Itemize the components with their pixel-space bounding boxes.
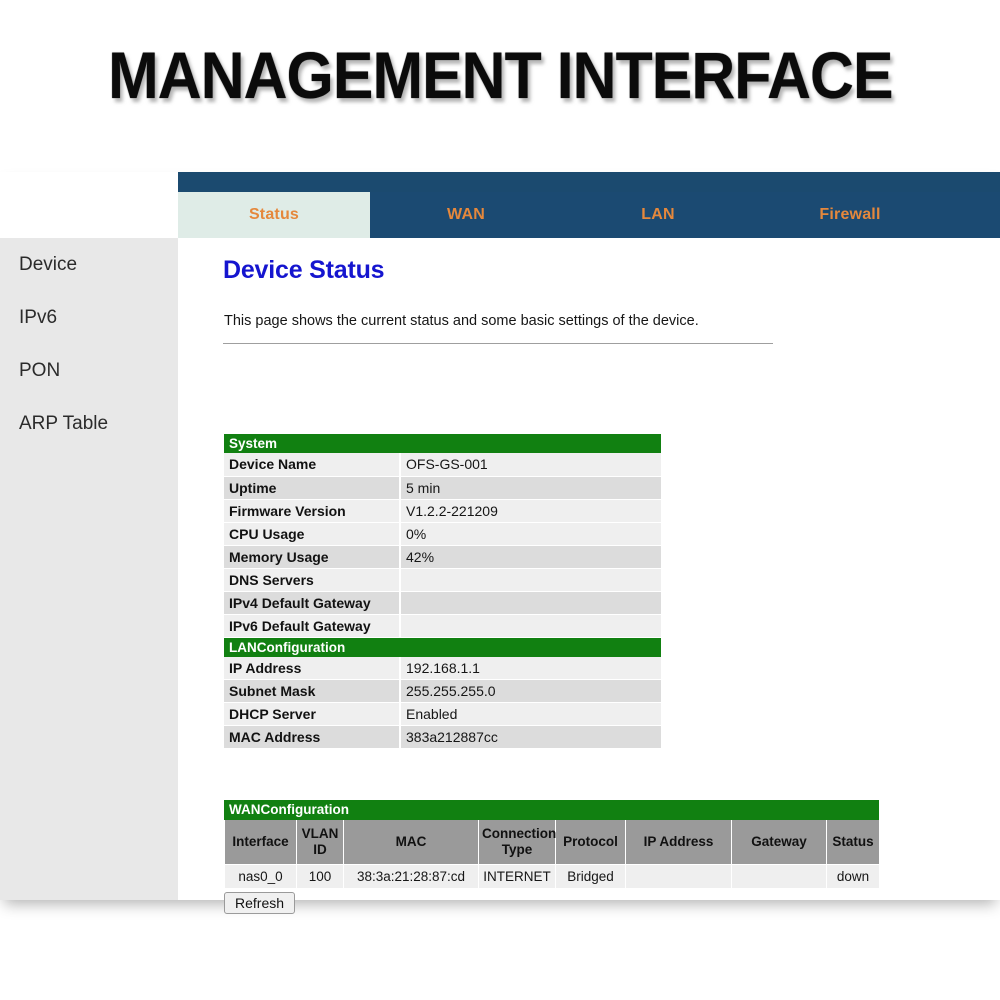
row-key: Device Name bbox=[224, 453, 401, 477]
row-value: V1.2.2-221209 bbox=[400, 499, 661, 523]
row-value: Enabled bbox=[400, 702, 661, 726]
tab-wan[interactable]: WAN bbox=[370, 192, 562, 238]
tab-label: LAN bbox=[641, 206, 675, 223]
table-row: Uptime 5 min bbox=[224, 476, 661, 500]
row-key: MAC Address bbox=[224, 725, 401, 749]
tab-status[interactable]: Status bbox=[178, 192, 370, 238]
table-row: IP Address 192.168.1.1 bbox=[224, 656, 661, 680]
table-row: Subnet Mask 255.255.255.0 bbox=[224, 679, 661, 703]
row-value: 42% bbox=[400, 545, 661, 569]
column-header-status: Status bbox=[826, 820, 880, 865]
column-header-interface: Interface bbox=[224, 820, 297, 865]
tab-label: WAN bbox=[447, 206, 485, 223]
tab-label: Status bbox=[248, 206, 300, 223]
sidebar-menu: Device IPv6 PON ARP Table bbox=[0, 238, 178, 450]
sidebar-item-device[interactable]: Device bbox=[0, 238, 178, 291]
status-table: System Device Name OFS-GS-001 Uptime 5 m… bbox=[224, 434, 661, 749]
banner: MANAGEMENT INTERFACE bbox=[0, 0, 1000, 150]
page-description: This page shows the current status and s… bbox=[224, 313, 699, 329]
table-row: IPv4 Default Gateway bbox=[224, 591, 661, 615]
row-key: DNS Servers bbox=[224, 568, 401, 592]
column-header-ip-address: IP Address bbox=[625, 820, 732, 865]
row-key: Firmware Version bbox=[224, 499, 401, 523]
row-key: IP Address bbox=[224, 656, 401, 680]
cell-mac: 38:3a:21:28:87:cd bbox=[343, 863, 479, 889]
column-header-mac: MAC bbox=[343, 820, 479, 865]
row-key: Subnet Mask bbox=[224, 679, 401, 703]
cell-gateway bbox=[731, 863, 827, 889]
column-header-connection-type: Connection Type bbox=[478, 820, 556, 865]
sidebar-item-label: ARP Table bbox=[19, 412, 109, 434]
section-header-wan: WANConfiguration bbox=[224, 800, 879, 820]
cell-interface: nas0_0 bbox=[224, 863, 297, 889]
wan-table-header-row: Interface VLAN ID MAC Connection Type Pr… bbox=[224, 820, 880, 865]
cell-protocol: Bridged bbox=[555, 863, 626, 889]
refresh-button[interactable]: Refresh bbox=[224, 891, 296, 914]
sidebar-item-label: IPv6 bbox=[19, 306, 58, 328]
content-area: Device Status This page shows the curren… bbox=[178, 238, 1000, 914]
sidebar-item-ipv6[interactable]: IPv6 bbox=[0, 291, 178, 344]
tab-label: Firewall bbox=[819, 206, 881, 223]
row-key: CPU Usage bbox=[224, 522, 401, 546]
wan-configuration-block: WANConfiguration Interface VLAN ID MAC C… bbox=[224, 800, 880, 914]
row-value bbox=[400, 568, 661, 592]
management-interface-panel: Device IPv6 PON ARP Table Status WAN LAN… bbox=[0, 172, 1000, 914]
banner-title: MANAGEMENT INTERFACE bbox=[107, 38, 893, 112]
cell-ip-address bbox=[625, 863, 732, 889]
table-row: DHCP Server Enabled bbox=[224, 702, 661, 726]
column-header-protocol: Protocol bbox=[555, 820, 626, 865]
row-value: OFS-GS-001 bbox=[400, 453, 661, 477]
table-row: DNS Servers bbox=[224, 568, 661, 592]
top-nav-tabs: Status WAN LAN Firewall bbox=[178, 192, 1000, 238]
sidebar-item-arp-table[interactable]: ARP Table bbox=[0, 397, 178, 450]
page-title: Device Status bbox=[223, 256, 385, 284]
table-row: Memory Usage 42% bbox=[224, 545, 661, 569]
row-value bbox=[400, 591, 661, 615]
row-value: 5 min bbox=[400, 476, 661, 500]
sidebar-item-pon[interactable]: PON bbox=[0, 344, 178, 397]
section-header-label: LANConfiguration bbox=[224, 637, 661, 657]
row-key: DHCP Server bbox=[224, 702, 401, 726]
row-value: 383a212887cc bbox=[400, 725, 661, 749]
section-header-system: System bbox=[224, 434, 661, 453]
row-key: IPv4 Default Gateway bbox=[224, 591, 401, 615]
row-value: 192.168.1.1 bbox=[400, 656, 661, 680]
table-row: nas0_0 100 38:3a:21:28:87:cd INTERNET Br… bbox=[224, 863, 880, 889]
table-row: MAC Address 383a212887cc bbox=[224, 725, 661, 749]
header-divider bbox=[223, 343, 773, 344]
tab-firewall[interactable]: Firewall bbox=[754, 192, 946, 238]
table-row: IPv6 Default Gateway bbox=[224, 614, 661, 638]
cell-status: down bbox=[826, 863, 880, 889]
sidebar: Device IPv6 PON ARP Table bbox=[0, 172, 178, 900]
row-value bbox=[400, 614, 661, 638]
section-header-lan: LANConfiguration bbox=[224, 637, 661, 657]
table-row: Firmware Version V1.2.2-221209 bbox=[224, 499, 661, 523]
cell-vlan-id: 100 bbox=[296, 863, 344, 889]
row-key: IPv6 Default Gateway bbox=[224, 614, 401, 638]
row-value: 0% bbox=[400, 522, 661, 546]
cell-connection-type: INTERNET bbox=[478, 863, 556, 889]
wan-table: Interface VLAN ID MAC Connection Type Pr… bbox=[224, 820, 880, 889]
table-row: Device Name OFS-GS-001 bbox=[224, 453, 661, 477]
section-header-label: System bbox=[224, 434, 661, 453]
table-row: CPU Usage 0% bbox=[224, 522, 661, 546]
sidebar-item-label: PON bbox=[19, 359, 61, 381]
row-key: Uptime bbox=[224, 476, 401, 500]
tab-lan[interactable]: LAN bbox=[562, 192, 754, 238]
row-key: Memory Usage bbox=[224, 545, 401, 569]
row-value: 255.255.255.0 bbox=[400, 679, 661, 703]
page-root: MANAGEMENT INTERFACE Device IPv6 PON ARP… bbox=[0, 0, 1000, 1000]
sidebar-item-label: Device bbox=[19, 253, 78, 275]
column-header-vlan-id: VLAN ID bbox=[296, 820, 344, 865]
column-header-gateway: Gateway bbox=[731, 820, 827, 865]
